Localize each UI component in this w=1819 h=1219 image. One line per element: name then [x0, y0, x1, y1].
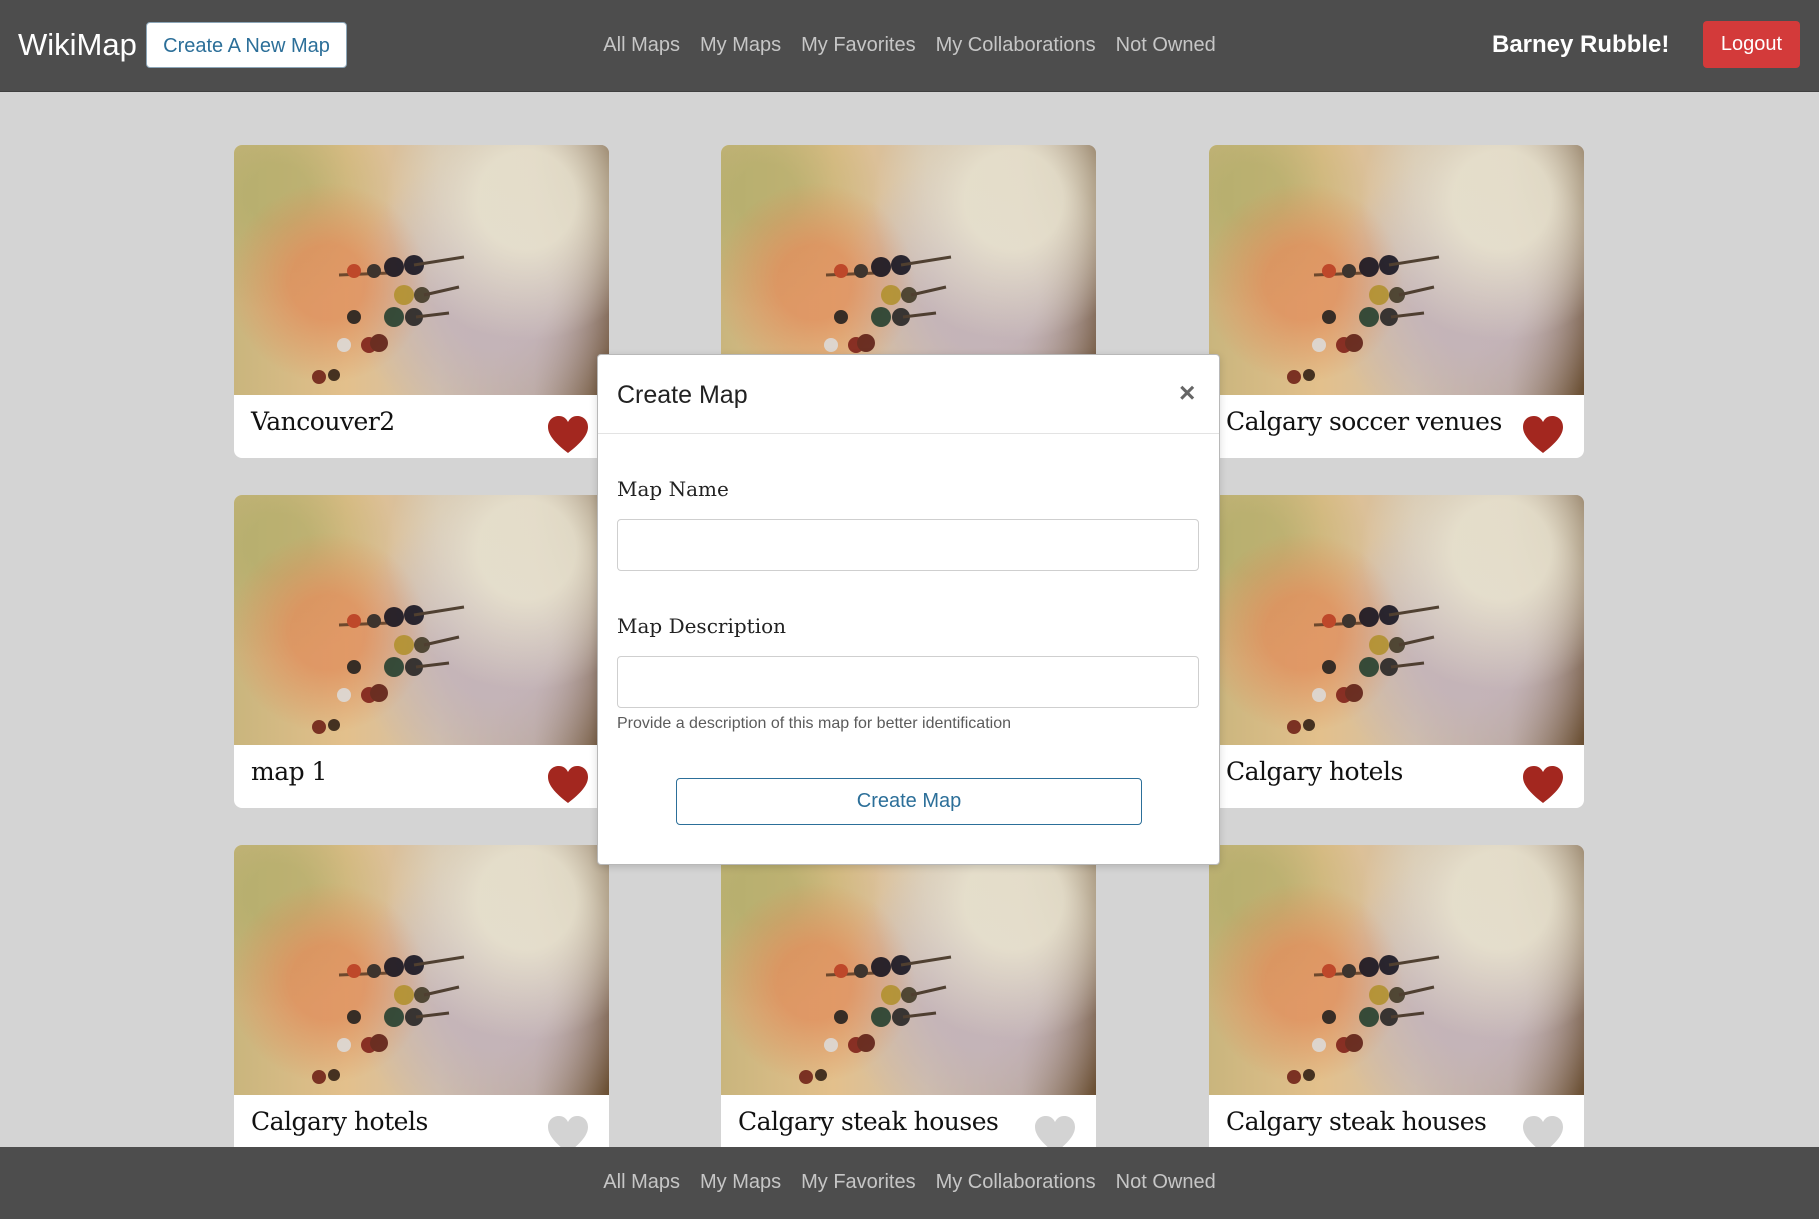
description-help-text: Provide a description of this map for be… [617, 715, 1011, 732]
map-card[interactable]: Calgary hotels [234, 845, 609, 1158]
map-thumbnail[interactable] [234, 145, 609, 395]
heart-icon[interactable] [1522, 765, 1564, 805]
top-navbar: WikiMap Create A New Map All Maps My Map… [0, 0, 1819, 92]
footer-not-owned[interactable]: Not Owned [1116, 1171, 1216, 1197]
nav-my-favorites[interactable]: My Favorites [801, 34, 915, 60]
footer-links: All Maps My Maps My Favorites My Collabo… [0, 1171, 1819, 1197]
map-card-title: Calgary steak houses [738, 1107, 999, 1136]
modal-header: Create Map × [598, 355, 1219, 434]
nav-all-maps[interactable]: All Maps [603, 34, 680, 60]
map-card-title: Calgary steak houses [1226, 1107, 1487, 1136]
map-card[interactable]: Calgary steak houses [1209, 845, 1584, 1158]
map-thumbnail[interactable] [1209, 845, 1584, 1095]
map-card[interactable]: Calgary hotels [1209, 495, 1584, 808]
map-card[interactable]: Calgary soccer venues [1209, 145, 1584, 458]
map-card[interactable]: Calgary steak houses [721, 845, 1096, 1158]
create-map-modal: Create Map × Map Name Map Description Pr… [597, 354, 1220, 865]
footer-my-collaborations[interactable]: My Collaborations [936, 1171, 1096, 1197]
user-greeting: Barney Rubble! [1492, 31, 1670, 58]
logout-button[interactable]: Logout [1703, 21, 1800, 68]
footer-my-favorites[interactable]: My Favorites [801, 1171, 915, 1197]
map-description-input[interactable] [617, 656, 1199, 708]
map-card[interactable]: map 1 [234, 495, 609, 808]
map-name-label: Map Name [617, 477, 729, 501]
modal-title: Create Map [617, 381, 748, 409]
map-card-title: Vancouver2 [251, 407, 395, 436]
nav-not-owned[interactable]: Not Owned [1116, 34, 1216, 60]
map-card-title: Calgary soccer venues [1226, 407, 1502, 436]
map-thumbnail[interactable] [1209, 145, 1584, 395]
footer-all-maps[interactable]: All Maps [603, 1171, 680, 1197]
map-name-input[interactable] [617, 519, 1199, 571]
map-thumbnail[interactable] [234, 845, 609, 1095]
footer-my-maps[interactable]: My Maps [700, 1171, 781, 1197]
map-card-title: Calgary hotels [251, 1107, 428, 1136]
map-thumbnail[interactable] [1209, 495, 1584, 745]
close-icon[interactable]: × [1179, 377, 1195, 409]
heart-icon[interactable] [547, 765, 589, 805]
heart-icon[interactable] [547, 415, 589, 455]
footer: All Maps My Maps My Favorites My Collabo… [0, 1147, 1819, 1219]
map-card[interactable]: Vancouver2 [234, 145, 609, 458]
heart-icon[interactable] [1522, 415, 1564, 455]
map-description-label: Map Description [617, 614, 787, 638]
map-card-title: Calgary hotels [1226, 757, 1403, 786]
nav-my-maps[interactable]: My Maps [700, 34, 781, 60]
map-thumbnail[interactable] [234, 495, 609, 745]
map-card-title: map 1 [251, 757, 327, 786]
nav-my-collaborations[interactable]: My Collaborations [936, 34, 1096, 60]
map-thumbnail[interactable] [721, 845, 1096, 1095]
create-map-submit-button[interactable]: Create Map [676, 778, 1142, 825]
